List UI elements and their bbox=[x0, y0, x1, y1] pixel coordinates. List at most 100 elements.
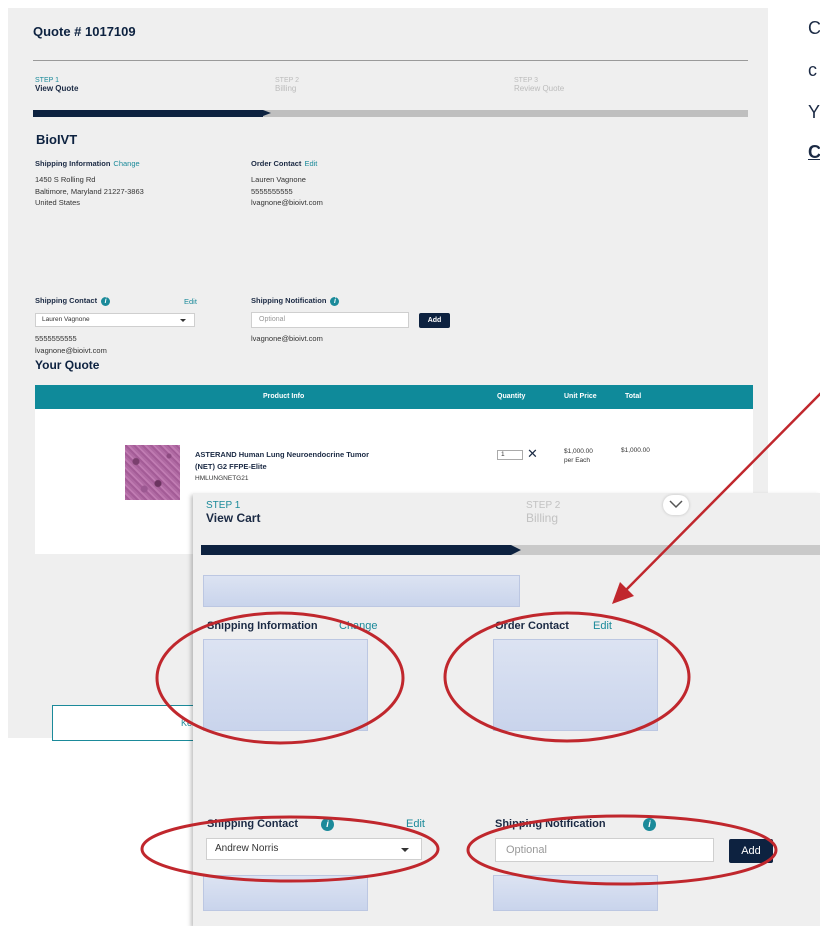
address-line: 1450 S Rolling Rd bbox=[35, 175, 96, 184]
redacted-company-name bbox=[203, 575, 520, 607]
zoom-order-contact-heading: Order Contact bbox=[495, 620, 569, 632]
contact-line: lvagnone@bioivt.com bbox=[35, 345, 107, 355]
chevron-down-icon bbox=[669, 500, 683, 509]
zoom-progress-bar bbox=[201, 545, 820, 555]
redacted-order-contact bbox=[493, 639, 658, 731]
shipping-contact-edit-link[interactable]: Edit bbox=[184, 297, 197, 306]
shipping-address: 1450 S Rolling Rd Baltimore, Maryland 21… bbox=[35, 174, 225, 209]
zoom-step-2-label: Billing bbox=[526, 511, 559, 525]
caret-down-icon bbox=[401, 848, 409, 852]
progress-bar bbox=[33, 110, 748, 117]
quote-table-header: Product Info Quantity Unit Price Total bbox=[35, 385, 753, 409]
step-1-number: STEP 1 bbox=[35, 77, 59, 84]
shipping-contact-title: Shipping Contact bbox=[35, 296, 98, 305]
shipping-info-title: Shipping Information bbox=[35, 159, 111, 168]
contact-line: Lauren Vagnone bbox=[251, 175, 306, 184]
zoom-progress-fill bbox=[201, 545, 511, 555]
step-2-number: STEP 2 bbox=[275, 77, 299, 84]
company-name: BioIVT bbox=[36, 132, 78, 147]
zoomed-cart-overlay: STEP 1 View Cart STEP 2 Billing Shipping… bbox=[193, 493, 820, 926]
shipping-notification-heading: Shipping Notification i bbox=[251, 296, 340, 306]
zoom-shipping-notification-heading: Shipping Notification bbox=[495, 818, 606, 830]
zoom-shipping-contact-edit-link[interactable]: Edit bbox=[406, 818, 425, 830]
contact-line: 5555555555 bbox=[35, 334, 77, 343]
step-3-number: STEP 3 bbox=[514, 77, 538, 84]
title-divider bbox=[33, 60, 748, 61]
keep-shopping-label: Ke bbox=[181, 718, 193, 728]
shipping-notification-title: Shipping Notification bbox=[251, 296, 327, 305]
redacted-shipping-contact bbox=[203, 875, 368, 911]
zoom-shipping-info-change-link[interactable]: Change bbox=[339, 620, 378, 632]
shipping-info-change-link[interactable]: Change bbox=[113, 159, 139, 168]
notification-email: lvagnone@bioivt.com bbox=[251, 334, 323, 343]
product-name-line: ASTERAND Human Lung Neuroendocrine Tumor bbox=[195, 450, 370, 459]
redacted-shipping-address bbox=[203, 639, 368, 731]
product-name[interactable]: ASTERAND Human Lung Neuroendocrine Tumor… bbox=[195, 449, 395, 473]
collapse-toggle[interactable] bbox=[663, 495, 689, 515]
progress-bar-arrow bbox=[263, 110, 271, 116]
address-line: Baltimore, Maryland 21227-3863 bbox=[35, 186, 144, 196]
side-text-line: C bbox=[808, 142, 820, 162]
col-quantity: Quantity bbox=[497, 393, 526, 400]
order-contact-heading: Order Contact Edit bbox=[251, 159, 441, 168]
step-3-label: Review Quote bbox=[514, 84, 565, 93]
side-text-line: c bbox=[808, 60, 817, 80]
zoom-shipping-contact-select[interactable]: Andrew Norris bbox=[206, 838, 422, 860]
info-icon[interactable]: i bbox=[643, 818, 656, 831]
side-text-line: Y bbox=[808, 102, 820, 122]
order-contact-edit-link[interactable]: Edit bbox=[304, 159, 317, 168]
product-name-line: (NET) G2 FFPE-Elite bbox=[195, 462, 267, 471]
page-title: Quote # 1017109 bbox=[33, 24, 136, 39]
keep-shopping-button[interactable]: Ke bbox=[52, 705, 212, 741]
address-line: United States bbox=[35, 198, 81, 207]
zoom-add-button[interactable]: Add bbox=[729, 839, 773, 863]
remove-x-icon[interactable]: ✕ bbox=[527, 446, 538, 462]
col-unit-price: Unit Price bbox=[564, 393, 597, 400]
zoom-order-contact-edit-link[interactable]: Edit bbox=[593, 620, 612, 632]
zoom-step-2[interactable]: STEP 2 Billing bbox=[526, 500, 560, 525]
zoom-shipping-contact-selected: Andrew Norris bbox=[215, 843, 279, 854]
progress-bar-fill bbox=[33, 110, 263, 117]
step-2-label: Billing bbox=[275, 84, 297, 93]
step-3[interactable]: STEP 3 Review Quote bbox=[514, 77, 564, 93]
shipping-info-heading: Shipping Information Change bbox=[35, 159, 225, 168]
unit-price-note: per Each bbox=[564, 457, 591, 464]
col-total: Total bbox=[625, 393, 642, 400]
line-total: $1,000.00 bbox=[621, 447, 650, 454]
zoom-step-1-label: View Cart bbox=[206, 511, 261, 525]
contact-line: 5555555555 bbox=[251, 186, 293, 196]
zoom-shipping-contact-heading: Shipping Contact bbox=[207, 818, 299, 830]
zoom-step-1-number: STEP 1 bbox=[206, 500, 241, 511]
step-1-label: View Quote bbox=[35, 84, 79, 93]
shipping-contact-heading: Shipping Contact i bbox=[35, 296, 111, 306]
side-text-line: C bbox=[808, 18, 820, 38]
zoom-notification-input[interactable]: Optional bbox=[495, 838, 714, 862]
info-icon[interactable]: i bbox=[101, 296, 111, 306]
shipping-contact-details: 5555555555 lvagnone@bioivt.com bbox=[35, 333, 107, 356]
shipping-notification-input[interactable]: Optional bbox=[251, 312, 409, 328]
zoom-progress-arrow bbox=[511, 545, 521, 555]
zoom-step-1[interactable]: STEP 1 View Cart bbox=[206, 500, 260, 525]
caret-down-icon bbox=[180, 319, 186, 322]
shipping-info-section: Shipping Information Change 1450 S Rollin… bbox=[35, 159, 225, 209]
unit-price: $1,000.00 per Each bbox=[564, 447, 593, 465]
info-icon[interactable]: i bbox=[321, 818, 334, 831]
shipping-contact-select[interactable]: Lauren Vagnone bbox=[35, 313, 195, 327]
zoom-step-2-number: STEP 2 bbox=[526, 500, 561, 511]
add-notification-button[interactable]: Add bbox=[419, 313, 450, 328]
product-image[interactable] bbox=[125, 445, 180, 500]
contact-line: lvagnone@bioivt.com bbox=[251, 198, 323, 207]
order-contact-details: Lauren Vagnone 5555555555 lvagnone@bioiv… bbox=[251, 174, 441, 209]
step-2[interactable]: STEP 2 Billing bbox=[275, 77, 299, 93]
info-icon[interactable]: i bbox=[330, 296, 340, 306]
quantity-input[interactable]: 1 bbox=[497, 450, 523, 460]
step-1[interactable]: STEP 1 View Quote bbox=[35, 77, 78, 93]
order-contact-section: Order Contact Edit Lauren Vagnone 5555555… bbox=[251, 159, 441, 209]
col-product-info: Product Info bbox=[263, 393, 305, 400]
redacted-notification-email bbox=[493, 875, 658, 911]
order-contact-title: Order Contact bbox=[251, 159, 302, 168]
zoom-shipping-info-heading: Shipping Information bbox=[207, 620, 318, 632]
shipping-contact-selected: Lauren Vagnone bbox=[42, 316, 90, 323]
your-quote-heading: Your Quote bbox=[35, 358, 100, 372]
product-sku: HMLUNGNETG21 bbox=[195, 475, 249, 482]
